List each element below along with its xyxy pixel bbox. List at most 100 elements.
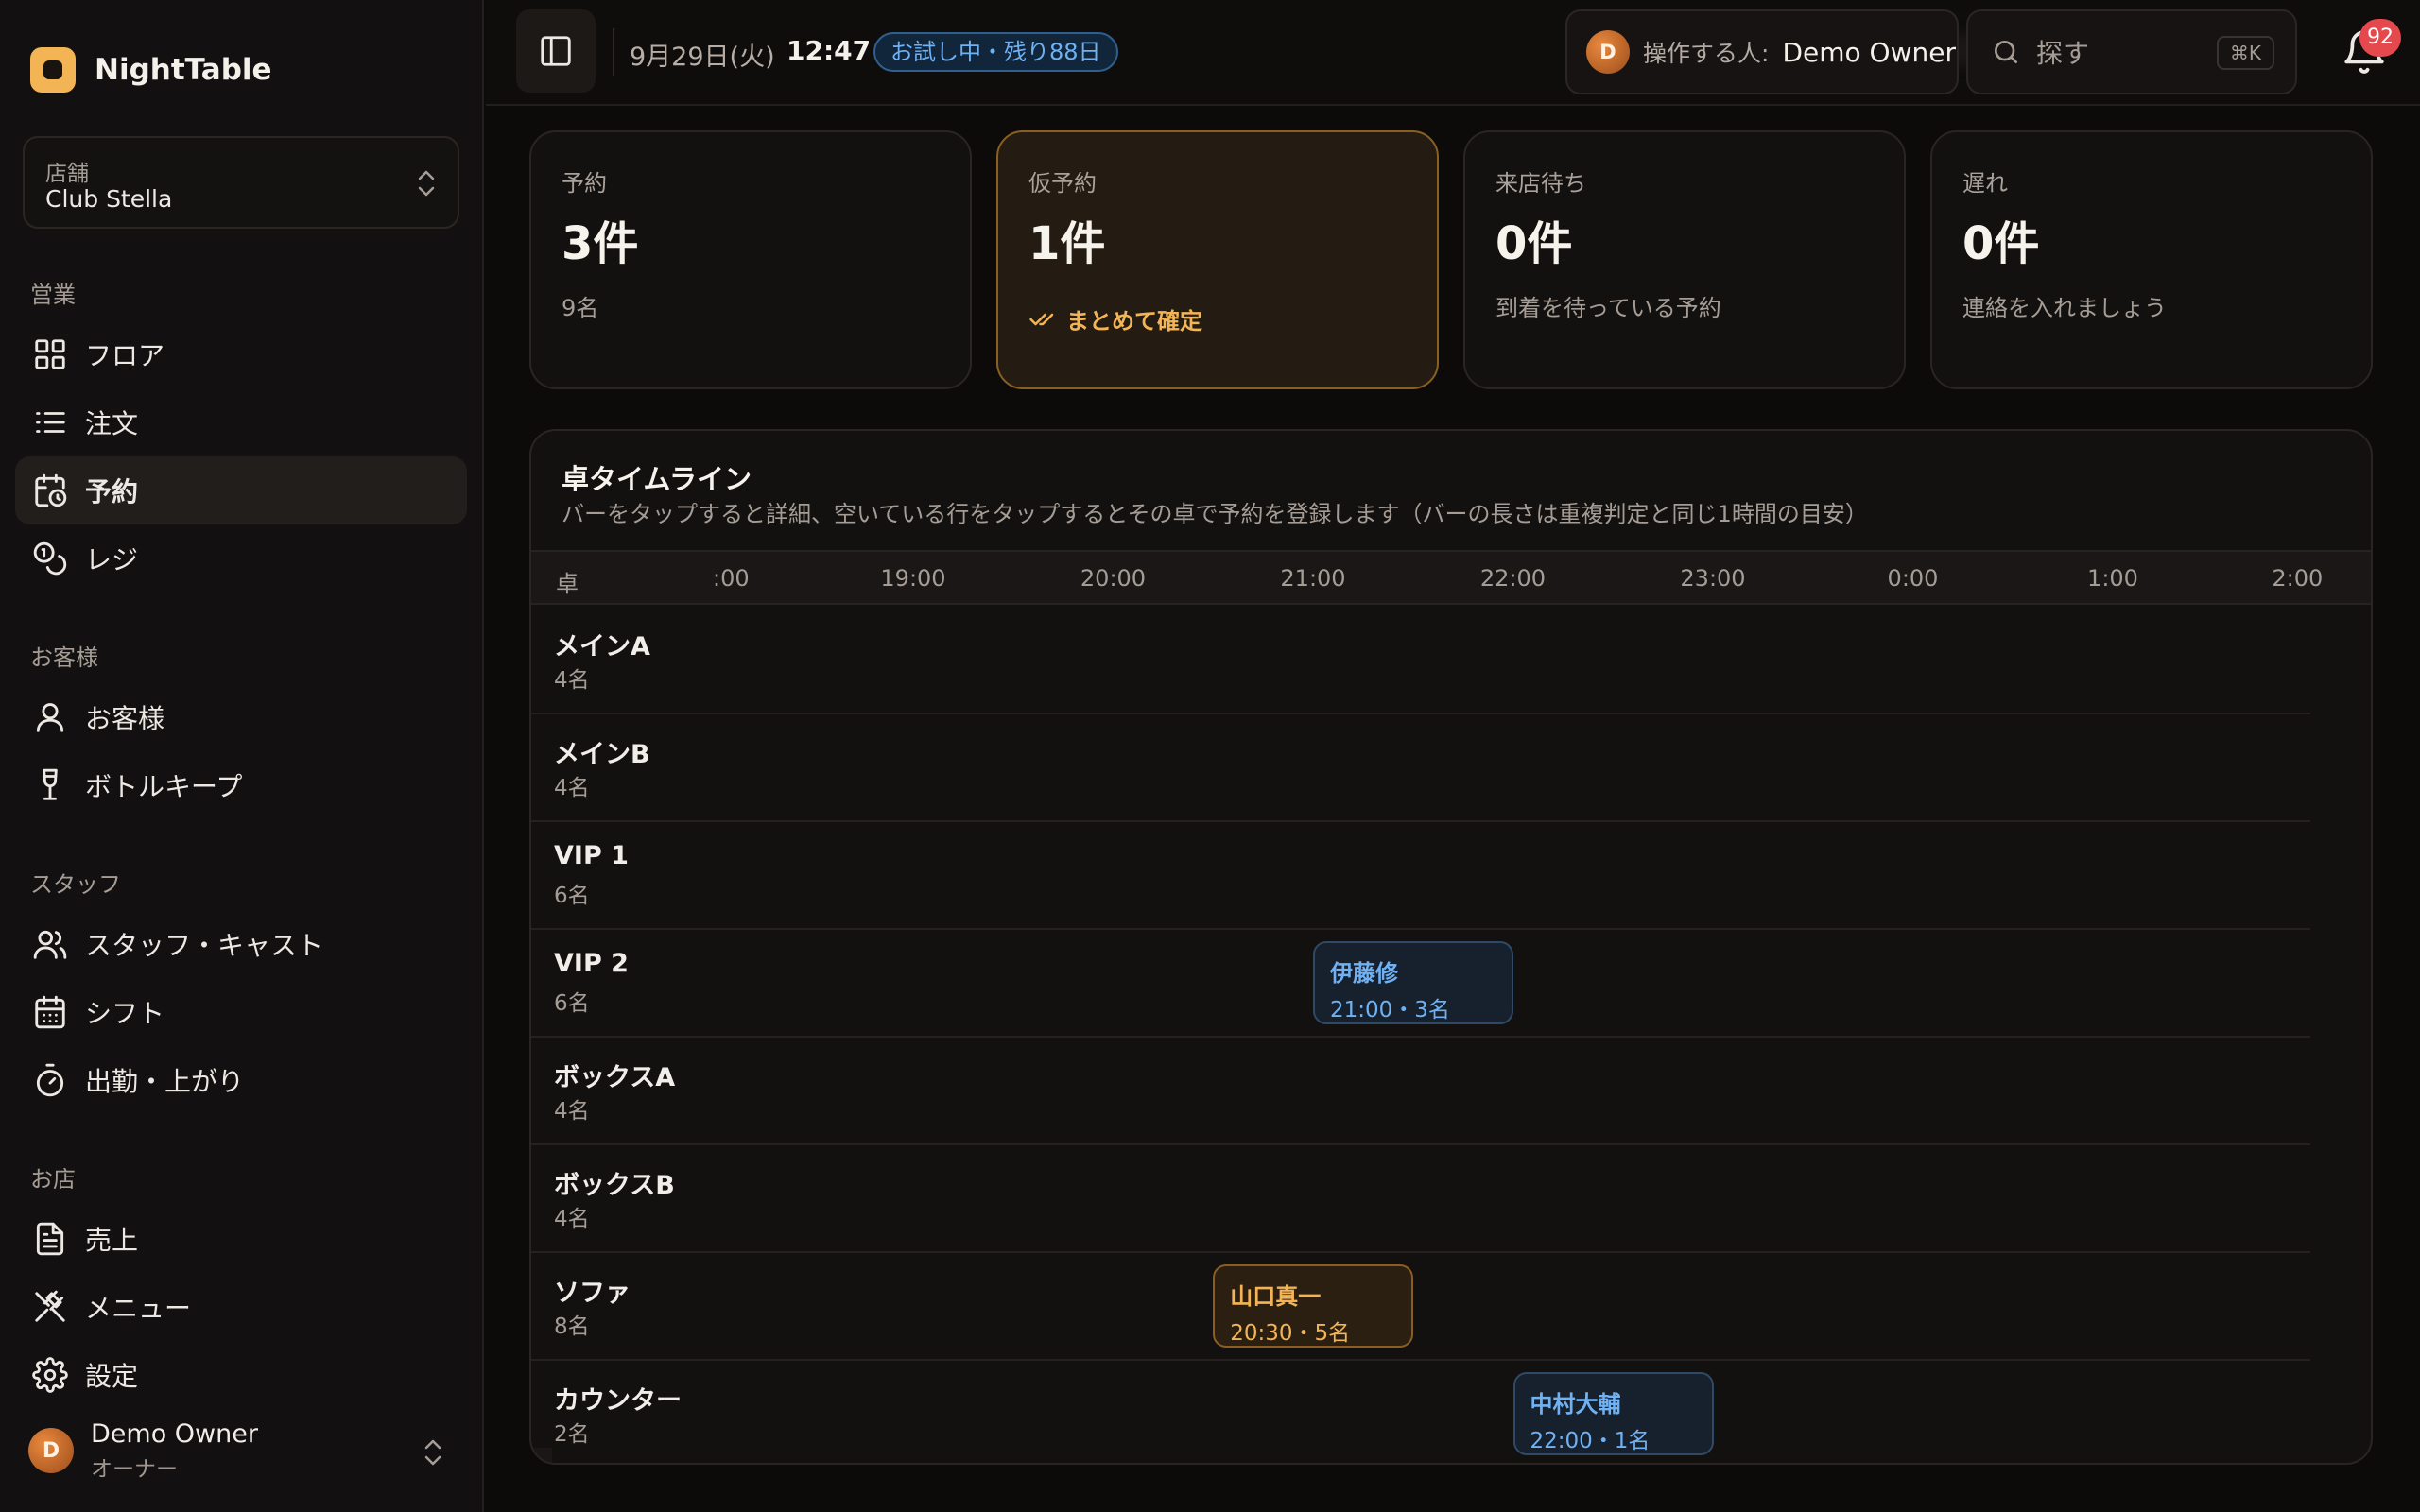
search-shortcut: ⌘K xyxy=(2216,36,2274,70)
stat-card-reservations[interactable]: 予約 3件 9名 xyxy=(529,130,972,389)
stat-sub: 連絡を入れましょう xyxy=(1962,295,2167,321)
sidebar-item-register[interactable]: レジ xyxy=(15,524,467,593)
timeline-row[interactable]: ボックスB 4名 xyxy=(531,1145,2310,1253)
sidebar-item-customers[interactable]: お客様 xyxy=(15,683,467,751)
table-name: VIP 2 xyxy=(554,949,629,978)
table-name: カウンター xyxy=(554,1386,682,1416)
search-icon xyxy=(1995,41,2017,63)
notification-badge: 92 xyxy=(2360,19,2401,57)
search-button[interactable]: 探す ⌘K xyxy=(1966,9,2297,94)
calendar-clock-icon xyxy=(35,473,67,507)
time-tick: 21:00 xyxy=(1280,565,1346,592)
reservation-guest-name: 中村大輔 xyxy=(1530,1391,1621,1418)
reservation-bar[interactable]: 伊藤修 21:00・3名 xyxy=(1313,941,1513,1024)
user-icon xyxy=(36,703,64,732)
timeline-row[interactable]: ソファ 8名 山口真一 20:30・5名 xyxy=(531,1253,2310,1361)
time-tick: 20:00 xyxy=(1080,565,1147,592)
sidebar-toggle-button[interactable] xyxy=(516,9,596,93)
nav-section-customers: お客様 xyxy=(30,644,98,671)
table-column-label: 卓 xyxy=(556,571,579,597)
operator-avatar: D xyxy=(1586,30,1630,74)
table-capacity: 2名 xyxy=(554,1422,590,1447)
sidebar-item-floor[interactable]: フロア xyxy=(15,320,467,388)
search-placeholder: 探す xyxy=(2036,38,2090,69)
store-selector[interactable]: 店舗 Club Stella xyxy=(23,136,459,229)
table-name: VIP 1 xyxy=(554,841,629,870)
operator-label: 操作する人: xyxy=(1643,40,1770,67)
time-tick: 2:00 xyxy=(2272,565,2324,592)
timeline-row[interactable]: メインB 4名 xyxy=(531,714,2310,822)
table-capacity: 4名 xyxy=(554,1207,590,1231)
reservation-bar[interactable]: 山口真一 20:30・5名 xyxy=(1213,1264,1414,1348)
sidebar-item-label: 注文 xyxy=(85,408,139,439)
reservation-guest-name: 伊藤修 xyxy=(1330,960,1398,987)
table-name: ボックスA xyxy=(554,1063,676,1092)
sidebar-item-label: ボトルキープ xyxy=(85,771,243,802)
timeline-row[interactable]: ボックスA 4名 xyxy=(531,1038,2310,1145)
brand[interactable]: NightTable xyxy=(30,47,272,93)
avatar: D xyxy=(28,1428,74,1473)
sidebar-item-shift[interactable]: シフト xyxy=(15,978,467,1046)
timeline-row[interactable]: VIP 1 6名 xyxy=(531,822,2310,930)
timeline-row[interactable]: メインA 4名 xyxy=(531,607,2310,714)
stat-sub: 9名 xyxy=(562,295,599,321)
bulk-confirm-label: まとめて確定 xyxy=(1066,308,1202,335)
table-capacity: 4名 xyxy=(554,668,590,693)
list-icon xyxy=(36,412,65,433)
sidebar-item-orders[interactable]: 注文 xyxy=(15,388,467,456)
scroll-corner xyxy=(531,1448,552,1463)
bulk-confirm-button[interactable]: まとめて確定 xyxy=(1028,302,1202,335)
table-name: ソファ xyxy=(554,1279,631,1308)
operator-switcher[interactable]: D 操作する人: Demo Owner xyxy=(1565,9,1959,94)
panel-description: バーをタップすると詳細、空いている行をタップするとその卓で予約を登録します（バー… xyxy=(562,501,1868,527)
file-text-icon xyxy=(36,1222,64,1256)
time-tick: 19:00 xyxy=(880,565,946,592)
sidebar-item-label: 設定 xyxy=(85,1361,139,1392)
sidebar-item-settings[interactable]: 設定 xyxy=(15,1341,467,1409)
time-tick: 23:00 xyxy=(1680,565,1746,592)
sidebar-item-menu[interactable]: メニュー xyxy=(15,1273,467,1341)
sidebar-item-label: 出勤・上がり xyxy=(85,1066,245,1097)
sidebar-item-attendance[interactable]: 出勤・上がり xyxy=(15,1046,467,1114)
stat-value: 0件 xyxy=(1495,217,1573,270)
reservation-time-party: 20:30・5名 xyxy=(1230,1321,1351,1346)
nav-section-shop: お店 xyxy=(30,1166,76,1193)
operator-name: Demo Owner xyxy=(1782,36,1956,68)
stat-card-awaiting[interactable]: 来店待ち 0件 到着を待っている予約 xyxy=(1463,130,1906,389)
sidebar-item-staff-cast[interactable]: スタッフ・キャスト xyxy=(15,910,467,978)
store-label: 店舗 xyxy=(45,162,89,186)
table-name: メインB xyxy=(554,740,650,769)
time-tick: 1:00 xyxy=(2087,565,2138,592)
stat-value: 1件 xyxy=(1028,217,1106,270)
timeline-row[interactable]: カウンター 2名 中村大輔 22:00・1名 xyxy=(531,1361,2310,1463)
reservation-bar[interactable]: 中村大輔 22:00・1名 xyxy=(1512,1372,1714,1455)
table-name: ボックスB xyxy=(554,1171,675,1200)
double-check-icon xyxy=(1029,313,1054,325)
current-time: 12:47 xyxy=(786,35,872,66)
nav-section-operations: 営業 xyxy=(30,282,76,308)
chevron-up-down-icon xyxy=(418,170,435,197)
trial-badge[interactable]: お試し中・残り88日 xyxy=(873,32,1118,72)
sidebar-item-label: 売上 xyxy=(85,1225,139,1256)
sidebar-item-sales[interactable]: 売上 xyxy=(15,1205,467,1273)
sidebar-item-label: 予約 xyxy=(85,476,139,507)
sidebar-item-bottle-keep[interactable]: ボトルキープ xyxy=(15,751,467,819)
user-menu[interactable]: D Demo Owner オーナー xyxy=(28,1418,456,1484)
sidebar-item-reservations[interactable]: 予約 xyxy=(15,456,467,524)
stat-card-tentative[interactable]: 仮予約 1件 まとめて確定 xyxy=(996,130,1439,389)
user-role: オーナー xyxy=(91,1456,178,1482)
table-capacity: 6名 xyxy=(554,884,590,908)
sidebar-item-label: フロア xyxy=(85,340,165,371)
divider xyxy=(613,28,614,76)
panel-left-icon xyxy=(541,36,571,66)
table-capacity: 4名 xyxy=(554,776,590,800)
timeline-row[interactable]: VIP 2 6名 伊藤修 21:00・3名 xyxy=(531,930,2310,1038)
sidebar-item-label: お客様 xyxy=(85,703,165,734)
table-capacity: 8名 xyxy=(554,1314,590,1339)
stat-label: 予約 xyxy=(562,170,607,197)
utensils-icon xyxy=(35,1290,65,1322)
reservation-guest-name: 山口真一 xyxy=(1230,1283,1322,1310)
gear-icon xyxy=(32,1357,68,1393)
stat-card-late[interactable]: 遅れ 0件 連絡を入れましょう xyxy=(1930,130,2373,389)
grid-icon xyxy=(35,339,65,369)
